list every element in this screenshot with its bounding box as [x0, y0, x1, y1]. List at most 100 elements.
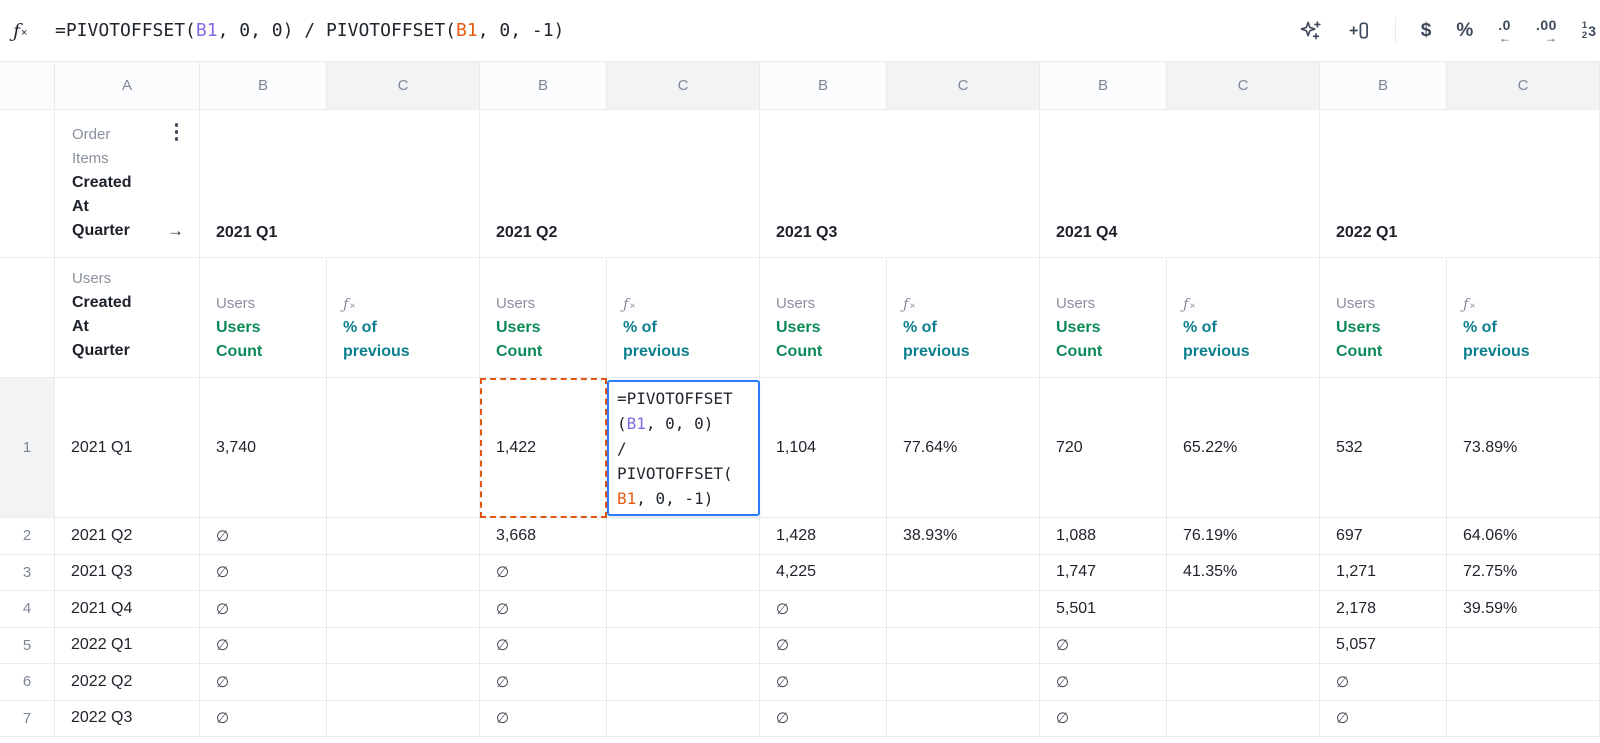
- data-cell[interactable]: 4,225: [760, 554, 887, 591]
- data-cell[interactable]: [327, 518, 480, 555]
- data-cell[interactable]: [327, 664, 480, 701]
- data-cell[interactable]: 64.06%: [1447, 518, 1600, 555]
- column-header-2-B[interactable]: B: [200, 62, 327, 110]
- column-header-10-B[interactable]: B: [1320, 62, 1447, 110]
- data-cell[interactable]: [607, 627, 760, 664]
- data-cell[interactable]: 41.35%: [1167, 554, 1320, 591]
- pivot-column-dimension-cell[interactable]: Order Items Created At Quarter →: [55, 110, 200, 258]
- quarter-group-header-2021-Q1[interactable]: 2021 Q1: [200, 110, 480, 258]
- data-cell[interactable]: 72.75%: [1447, 554, 1600, 591]
- column-header-11-C[interactable]: C: [1447, 62, 1600, 110]
- measure-header-users-count[interactable]: Users Users Count: [760, 258, 887, 378]
- data-cell[interactable]: ∅: [480, 554, 607, 591]
- data-cell[interactable]: [887, 627, 1040, 664]
- corner-header-cell[interactable]: [0, 62, 55, 110]
- quarter-group-header-2021-Q4[interactable]: 2021 Q4: [1040, 110, 1320, 258]
- data-cell[interactable]: ∅: [480, 700, 607, 737]
- column-header-9-C[interactable]: C: [1167, 62, 1320, 110]
- data-cell[interactable]: [327, 700, 480, 737]
- data-cell[interactable]: ∅: [200, 591, 327, 628]
- data-cell[interactable]: 2,178: [1320, 591, 1447, 628]
- data-cell[interactable]: 1,422: [480, 378, 607, 518]
- measure-header-percent-of-previous[interactable]: ƒ × % of previous: [1447, 258, 1600, 378]
- data-cell[interactable]: 76.19%: [1167, 518, 1320, 555]
- column-header-3-C[interactable]: C: [327, 62, 480, 110]
- data-cell[interactable]: ∅: [1040, 700, 1167, 737]
- data-cell[interactable]: ∅: [480, 627, 607, 664]
- row-number[interactable]: 3: [0, 554, 55, 591]
- row-number[interactable]: 7: [0, 700, 55, 737]
- data-cell[interactable]: ∅: [760, 591, 887, 628]
- data-cell[interactable]: [887, 554, 1040, 591]
- ai-sparkle-button[interactable]: [1299, 19, 1322, 42]
- data-cell[interactable]: [1167, 664, 1320, 701]
- measure-header-users-count[interactable]: Users Users Count: [1040, 258, 1167, 378]
- column-header-1-A[interactable]: A: [55, 62, 200, 110]
- data-cell[interactable]: [1447, 664, 1600, 701]
- data-cell[interactable]: [1167, 591, 1320, 628]
- data-cell[interactable]: 38.93%: [887, 518, 1040, 555]
- measure-header-users-count[interactable]: Users Users Count: [480, 258, 607, 378]
- data-cell[interactable]: ∅: [480, 664, 607, 701]
- data-cell[interactable]: [327, 554, 480, 591]
- data-cell[interactable]: [1447, 700, 1600, 737]
- data-cell[interactable]: ∅: [200, 554, 327, 591]
- number-format-button[interactable]: 1 2 3: [1582, 20, 1596, 41]
- row-number[interactable]: 5: [0, 627, 55, 664]
- formula-input[interactable]: =PIVOTOFFSET(B1, 0, 0) / PIVOTOFFSET(B1,…: [55, 20, 564, 41]
- column-header-4-B[interactable]: B: [480, 62, 607, 110]
- column-header-7-C[interactable]: C: [887, 62, 1040, 110]
- decrease-decimal-button[interactable]: .0 ←: [1498, 18, 1511, 44]
- row-number[interactable]: 2: [0, 518, 55, 555]
- data-cell[interactable]: 720: [1040, 378, 1167, 518]
- data-cell[interactable]: [327, 378, 480, 518]
- column-header-8-B[interactable]: B: [1040, 62, 1167, 110]
- data-cell[interactable]: [887, 664, 1040, 701]
- data-cell[interactable]: [1447, 627, 1600, 664]
- data-cell[interactable]: ∅: [200, 664, 327, 701]
- data-cell[interactable]: [327, 591, 480, 628]
- data-cell[interactable]: [887, 700, 1040, 737]
- row-number[interactable]: 6: [0, 664, 55, 701]
- data-cell[interactable]: 39.59%: [1447, 591, 1600, 628]
- row-label-cell[interactable]: 2021 Q3: [55, 554, 200, 591]
- measure-header-percent-of-previous[interactable]: ƒ × % of previous: [887, 258, 1040, 378]
- data-cell[interactable]: ∅: [1040, 627, 1167, 664]
- data-cell[interactable]: [327, 627, 480, 664]
- data-cell[interactable]: [607, 664, 760, 701]
- active-formula-cell[interactable]: =PIVOTOFFSET (B1, 0, 0) / PIVOTOFFSET(B1, 0…: [607, 380, 760, 516]
- data-cell[interactable]: [607, 518, 760, 555]
- data-cell[interactable]: 1,104: [760, 378, 887, 518]
- data-cell[interactable]: 5,501: [1040, 591, 1167, 628]
- row-number[interactable]: 4: [0, 591, 55, 628]
- data-cell[interactable]: [607, 554, 760, 591]
- row-label-cell[interactable]: 2021 Q2: [55, 518, 200, 555]
- kebab-menu-icon[interactable]: [174, 123, 178, 141]
- quarter-group-header-2021-Q2[interactable]: 2021 Q2: [480, 110, 760, 258]
- column-header-5-C[interactable]: C: [607, 62, 760, 110]
- data-cell[interactable]: ∅: [1320, 664, 1447, 701]
- data-cell[interactable]: 77.64%: [887, 378, 1040, 518]
- row-label-cell[interactable]: 2021 Q4: [55, 591, 200, 628]
- row-label-cell[interactable]: 2021 Q1: [55, 378, 200, 518]
- data-cell[interactable]: 65.22%: [1167, 378, 1320, 518]
- data-cell[interactable]: 3,740: [200, 378, 327, 518]
- data-cell[interactable]: 1,088: [1040, 518, 1167, 555]
- measure-header-percent-of-previous[interactable]: ƒ × % of previous: [327, 258, 480, 378]
- row-label-cell[interactable]: 2022 Q3: [55, 700, 200, 737]
- data-cell[interactable]: [607, 591, 760, 628]
- data-cell[interactable]: 73.89%: [1447, 378, 1600, 518]
- data-cell[interactable]: ∅: [760, 664, 887, 701]
- data-cell[interactable]: 697: [1320, 518, 1447, 555]
- data-cell[interactable]: ∅: [480, 591, 607, 628]
- data-cell[interactable]: ∅: [1320, 700, 1447, 737]
- measure-header-users-count[interactable]: Users Users Count: [200, 258, 327, 378]
- row-label-cell[interactable]: 2022 Q1: [55, 627, 200, 664]
- increase-decimal-button[interactable]: .00 →: [1536, 18, 1557, 44]
- column-header-6-B[interactable]: B: [760, 62, 887, 110]
- data-cell[interactable]: ∅: [200, 627, 327, 664]
- data-cell[interactable]: ∅: [760, 700, 887, 737]
- measure-header-percent-of-previous[interactable]: ƒ × % of previous: [1167, 258, 1320, 378]
- data-cell[interactable]: ∅: [1040, 664, 1167, 701]
- measure-header-users-count[interactable]: Users Users Count: [1320, 258, 1447, 378]
